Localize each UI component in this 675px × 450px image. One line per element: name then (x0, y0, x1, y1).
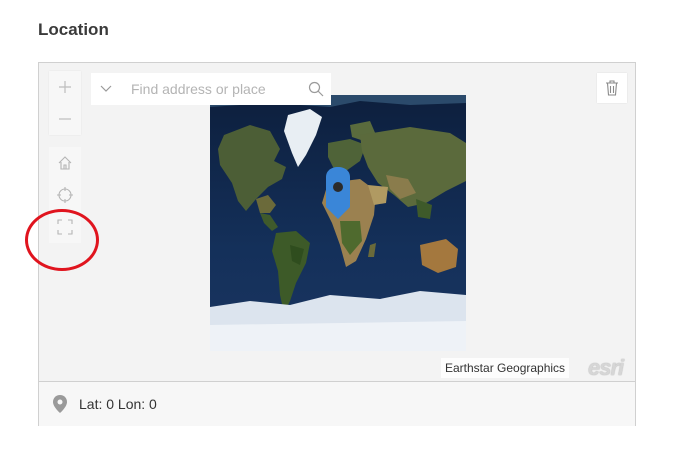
coordinates-text: Lat: 0 Lon: 0 (79, 396, 157, 412)
search-source-dropdown[interactable] (91, 73, 121, 105)
search-icon (308, 81, 324, 97)
map-view[interactable]: Earthstar Geographics esri (39, 63, 635, 381)
caret-down-icon (100, 85, 112, 92)
section-title: Location (38, 20, 109, 39)
search-widget (91, 73, 331, 105)
zoom-controls (49, 71, 81, 135)
locate-icon (57, 187, 73, 203)
world-map-image[interactable] (210, 95, 466, 351)
map-pin-icon (53, 395, 67, 413)
locate-button[interactable] (49, 179, 81, 211)
map-attribution: Earthstar Geographics (441, 358, 570, 378)
esri-logo: esri (588, 355, 624, 380)
delete-button[interactable] (597, 73, 627, 103)
trash-icon (606, 80, 618, 96)
highlight-annotation-circle (25, 209, 99, 271)
home-icon (58, 156, 72, 170)
zoom-out-button[interactable] (49, 103, 81, 135)
home-button[interactable] (49, 147, 81, 179)
search-input[interactable] (121, 75, 301, 103)
search-button[interactable] (301, 73, 331, 105)
coordinates-footer: Lat: 0 Lon: 0 (39, 381, 635, 426)
plus-icon (59, 81, 71, 93)
zoom-in-button[interactable] (49, 71, 81, 103)
minus-icon (59, 118, 71, 120)
location-card: Earthstar Geographics esri Lat: 0 Lon: 0 (38, 62, 636, 426)
